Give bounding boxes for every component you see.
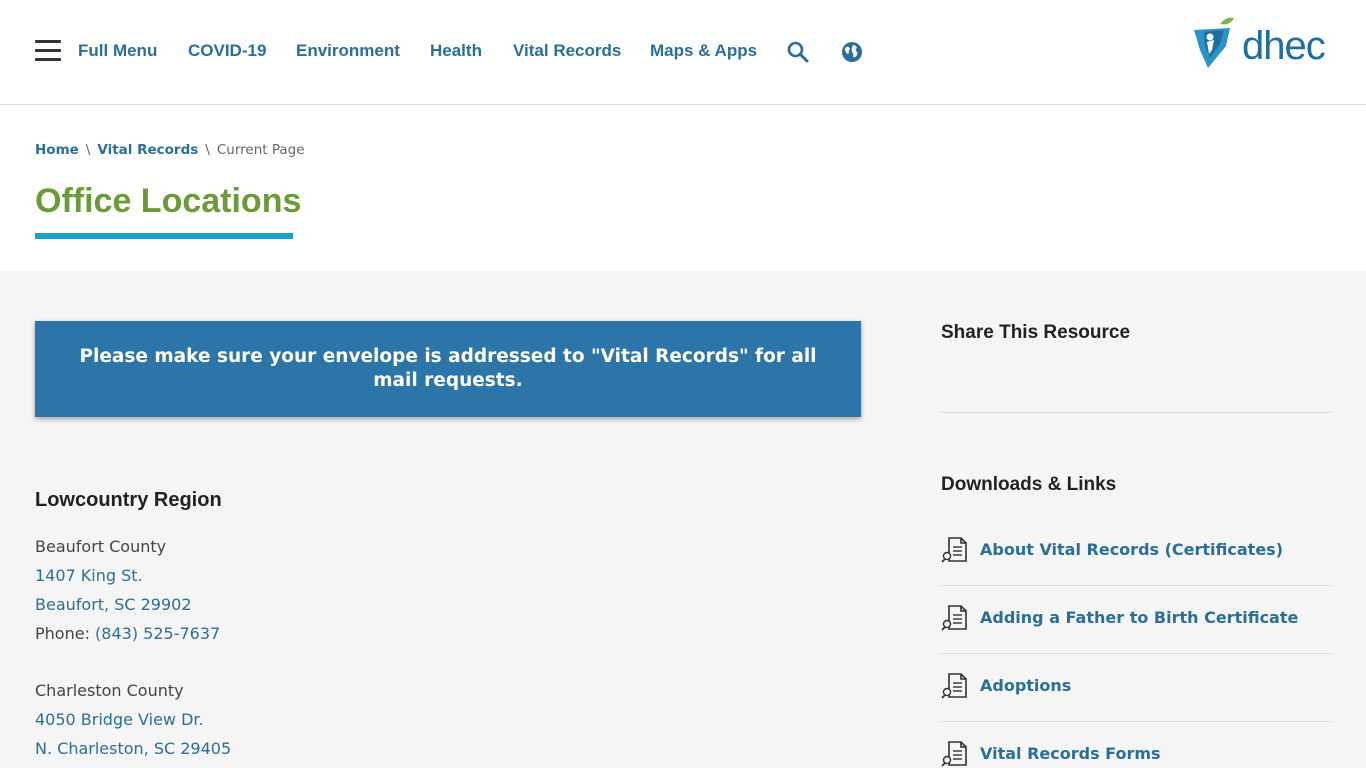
breadcrumb: Home \ Vital Records \ Current Page — [35, 142, 305, 158]
title-underline — [35, 233, 293, 239]
nav-health[interactable]: Health — [430, 41, 482, 61]
link-label: Vital Records Forms — [980, 744, 1161, 763]
phone-label: Phone: — [35, 624, 96, 643]
county-name: Beaufort County — [35, 537, 167, 556]
region-title: Lowcountry Region — [35, 489, 222, 511]
county-block-beaufort: Beaufort County 1407 King St. Beaufort, … — [35, 532, 220, 648]
link-label: Adoptions — [980, 676, 1072, 695]
nav-full-menu[interactable]: Full Menu — [78, 41, 157, 61]
address-line-2[interactable]: N. Charleston, SC 29405 — [35, 734, 231, 763]
nav-maps-apps[interactable]: Maps & Apps — [650, 41, 757, 61]
logo-text: dhec — [1242, 24, 1326, 68]
nav-covid-19[interactable]: COVID-19 — [188, 41, 266, 61]
search-icon[interactable] — [786, 40, 810, 64]
breadcrumb-current: Current Page — [216, 142, 305, 158]
sidebar-divider — [941, 585, 1331, 586]
address-line-1[interactable]: 1407 King St. — [35, 561, 220, 590]
sidebar-link-adoptions[interactable]: Adoptions — [941, 672, 1331, 740]
mail-notice-banner: Please make sure your envelope is addres… — [35, 321, 861, 417]
nav-vital-records[interactable]: Vital Records — [513, 41, 621, 61]
notice-text: Please make sure your envelope is addres… — [79, 346, 817, 391]
document-icon — [941, 604, 969, 632]
dhec-logo[interactable]: dhec — [1190, 16, 1335, 76]
breadcrumb-home[interactable]: Home — [35, 142, 79, 158]
document-icon — [941, 672, 969, 700]
menu-icon[interactable] — [35, 40, 61, 62]
county-block-charleston: Charleston County 4050 Bridge View Dr. N… — [35, 676, 231, 763]
address-line-1[interactable]: 4050 Bridge View Dr. — [35, 705, 231, 734]
county-name: Charleston County — [35, 681, 184, 700]
downloads-heading: Downloads & Links — [941, 474, 1117, 495]
document-icon — [941, 740, 969, 768]
breadcrumb-vital-records[interactable]: Vital Records — [97, 142, 198, 158]
share-heading: Share This Resource — [941, 322, 1131, 343]
nav-environment[interactable]: Environment — [296, 41, 400, 61]
sidebar-link-about-vital-records[interactable]: About Vital Records (Certificates) — [941, 536, 1331, 604]
page-top: Home \ Vital Records \ Current Page Office L… — [0, 105, 1366, 271]
page-title: Office Locations — [35, 182, 302, 220]
phone-link[interactable]: (843) 525-7637 — [95, 624, 220, 643]
site-header: Full Menu COVID-19 Environment Health Vi… — [0, 0, 1366, 105]
sidebar-divider — [941, 412, 1331, 413]
link-label: Adding a Father to Birth Certificate — [980, 608, 1299, 627]
document-icon — [941, 536, 969, 564]
sidebar-divider — [941, 721, 1331, 722]
breadcrumb-separator: \ — [205, 142, 210, 158]
sidebar-link-vital-records-forms[interactable]: Vital Records Forms — [941, 740, 1331, 768]
breadcrumb-separator: \ — [85, 142, 91, 158]
address-line-2[interactable]: Beaufort, SC 29902 — [35, 590, 220, 619]
globe-icon[interactable] — [840, 40, 864, 64]
link-label: About Vital Records (Certificates) — [980, 540, 1284, 559]
sidebar-link-adding-father[interactable]: Adding a Father to Birth Certificate — [941, 604, 1331, 672]
sidebar-divider — [941, 653, 1331, 654]
